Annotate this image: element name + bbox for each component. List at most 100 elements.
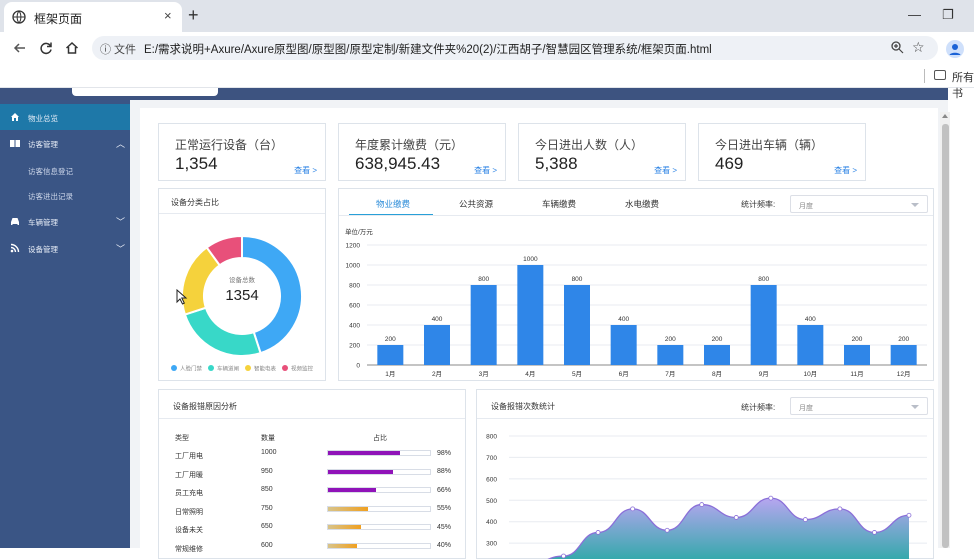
x-tick-label: 8月 (712, 370, 722, 378)
legend-swatch (245, 365, 251, 371)
row-count: 1000 (261, 449, 277, 456)
tab-public-resources[interactable]: 公共资源 (459, 198, 493, 210)
profile-avatar[interactable] (946, 40, 964, 58)
sidebar-item-label: 车辆管理 (28, 218, 58, 227)
tab-utility-fee[interactable]: 水电缴费 (625, 198, 659, 210)
fault-reason-panel: 设备报错原因分析 类型 数量 占比 工厂用电 1000 98% 工厂用暖 950 88% 员… (158, 389, 466, 559)
device-category-panel: 设备分类占比 人脸门禁 车辆道闸 智能电表 视频监控 设备总数 1354 (158, 188, 326, 381)
url-field[interactable]: ⓘ 文件 E:/需求说明+Axure/Axure原型图/原型图/原型定制/新建文… (92, 36, 938, 60)
site-info-icon[interactable]: ⓘ 文件 (100, 41, 136, 57)
tab-property-fee[interactable]: 物业缴费 (376, 198, 410, 210)
sidebar-item-property-overview[interactable]: 物业总览 (0, 104, 130, 130)
sidebar-item-vehicle-management[interactable]: 车辆管理 ﹀ (0, 208, 130, 234)
column-header-count: 数量 (261, 435, 275, 442)
bar-value-label: 200 (385, 336, 396, 343)
x-tick-label: 11月 (850, 370, 863, 378)
row-type: 员工充电 (175, 490, 203, 497)
x-tick-label: 6月 (619, 370, 629, 378)
data-point (802, 517, 808, 522)
stat-value: 469 (715, 154, 744, 173)
browser-tab[interactable]: 框架页面 × (4, 2, 182, 32)
all-bookmarks-link[interactable]: 所有书 (952, 69, 974, 101)
bar (797, 325, 824, 365)
stat-title: 正常运行设备（台） (175, 138, 284, 152)
bookmark-star-icon[interactable]: ☆ (912, 39, 925, 56)
mouse-cursor-icon (176, 289, 188, 305)
stat-card-payments: 年度累计缴费（元） 638,945.43 查看 > (338, 123, 506, 181)
payment-stats-panel: 物业缴费 公共资源 车辆缴费 水电缴费 统计频率: 月度 单位/万元 0 200 40… (338, 188, 934, 381)
bookmark-divider (924, 69, 925, 83)
view-link[interactable]: 查看 > (654, 165, 677, 176)
y-tick-label: 1000 (346, 263, 361, 270)
area-fill (529, 498, 909, 559)
legend-label: 智能电表 (254, 365, 277, 373)
rss-icon (10, 243, 20, 253)
frequency-select-value: 月度 (799, 405, 813, 412)
frequency-select-value: 月度 (799, 203, 813, 210)
ratio-bar-track (327, 487, 431, 493)
data-point (664, 527, 670, 533)
reload-icon[interactable] (38, 40, 54, 56)
x-tick-label: 1月 (385, 370, 395, 378)
bar-value-label: 1000 (523, 256, 538, 263)
sidebar-subitem-visitor-records[interactable]: 访客进出记录 (28, 191, 73, 202)
home-icon (11, 113, 19, 121)
tab-vehicle-fee[interactable]: 车辆缴费 (542, 198, 576, 210)
sidebar-subitem-visitor-register[interactable]: 访客信息登记 (28, 166, 73, 177)
stat-value: 638,945.43 (355, 154, 441, 173)
bar (704, 345, 730, 365)
data-point (630, 506, 636, 512)
header-search-box[interactable] (72, 88, 218, 96)
bar (517, 265, 544, 365)
back-arrow-icon[interactable] (12, 40, 28, 56)
ratio-bar-fill (328, 469, 393, 474)
zoom-icon[interactable] (890, 40, 904, 54)
scrollbar-thumb[interactable] (942, 124, 949, 548)
chevron-down-icon (911, 405, 919, 409)
address-bar-row: ⓘ 文件 E:/需求说明+Axure/Axure原型图/原型图/原型定制/新建文… (0, 32, 974, 64)
minimize-button[interactable]: — (908, 7, 921, 22)
view-link[interactable]: 查看 > (474, 165, 497, 176)
chevron-down-icon: ﹀ (116, 244, 126, 254)
column-header-ratio: 占比 (373, 435, 387, 442)
book-icon (10, 140, 20, 147)
data-point (872, 530, 877, 535)
frequency-select[interactable]: 月度 (790, 195, 928, 213)
row-percent: 88% (437, 468, 452, 475)
y-tick-label: 600 (486, 476, 497, 483)
frequency-select[interactable]: 月度 (790, 397, 928, 415)
x-tick-label: 2月 (432, 370, 442, 378)
row-count: 950 (261, 467, 273, 475)
y-axis-unit-label: 单位/万元 (345, 227, 373, 236)
scroll-up-arrow-icon[interactable] (942, 114, 948, 118)
page-scrollbar[interactable] (940, 112, 950, 548)
new-tab-button[interactable]: + (188, 5, 199, 26)
bar-value-label: 400 (805, 316, 816, 323)
data-point (699, 502, 705, 507)
legend-label: 人脸门禁 (180, 365, 203, 373)
legend-swatch (282, 365, 288, 371)
sidebar-item-device-management[interactable]: 设备管理 ﹀ (0, 235, 130, 261)
view-link[interactable]: 查看 > (834, 165, 857, 176)
restore-button[interactable]: ❐ (942, 7, 954, 23)
stat-card-people: 今日进出人数（人） 5,388 查看 > (518, 123, 686, 181)
x-tick-label: 3月 (479, 370, 489, 378)
view-link[interactable]: 查看 > (294, 165, 317, 176)
ratio-bar-fill (328, 543, 358, 548)
y-tick-label: 700 (486, 455, 497, 462)
folder-icon[interactable] (934, 70, 946, 80)
sidebar-item-label: 物业总览 (28, 114, 58, 123)
legend-label: 视频监控 (291, 365, 314, 373)
sidebar: 物业总览 访客管理 ︿ 访客信息登记 访客进出记录 车辆管理 ﹀ 设备管理 ﹀ (0, 100, 130, 548)
ratio-bar-track (327, 468, 431, 475)
tab-close-icon[interactable]: × (164, 8, 172, 23)
bar (657, 345, 684, 365)
stat-value: 1,354 (175, 154, 218, 173)
data-point (768, 495, 774, 501)
row-type: 常规维修 (175, 545, 203, 553)
legend-swatch (208, 365, 214, 371)
data-point (561, 553, 566, 559)
bar-value-label: 200 (898, 336, 909, 343)
home-icon[interactable] (64, 40, 80, 56)
sidebar-item-visitor-management[interactable]: 访客管理 ︿ (0, 130, 130, 156)
